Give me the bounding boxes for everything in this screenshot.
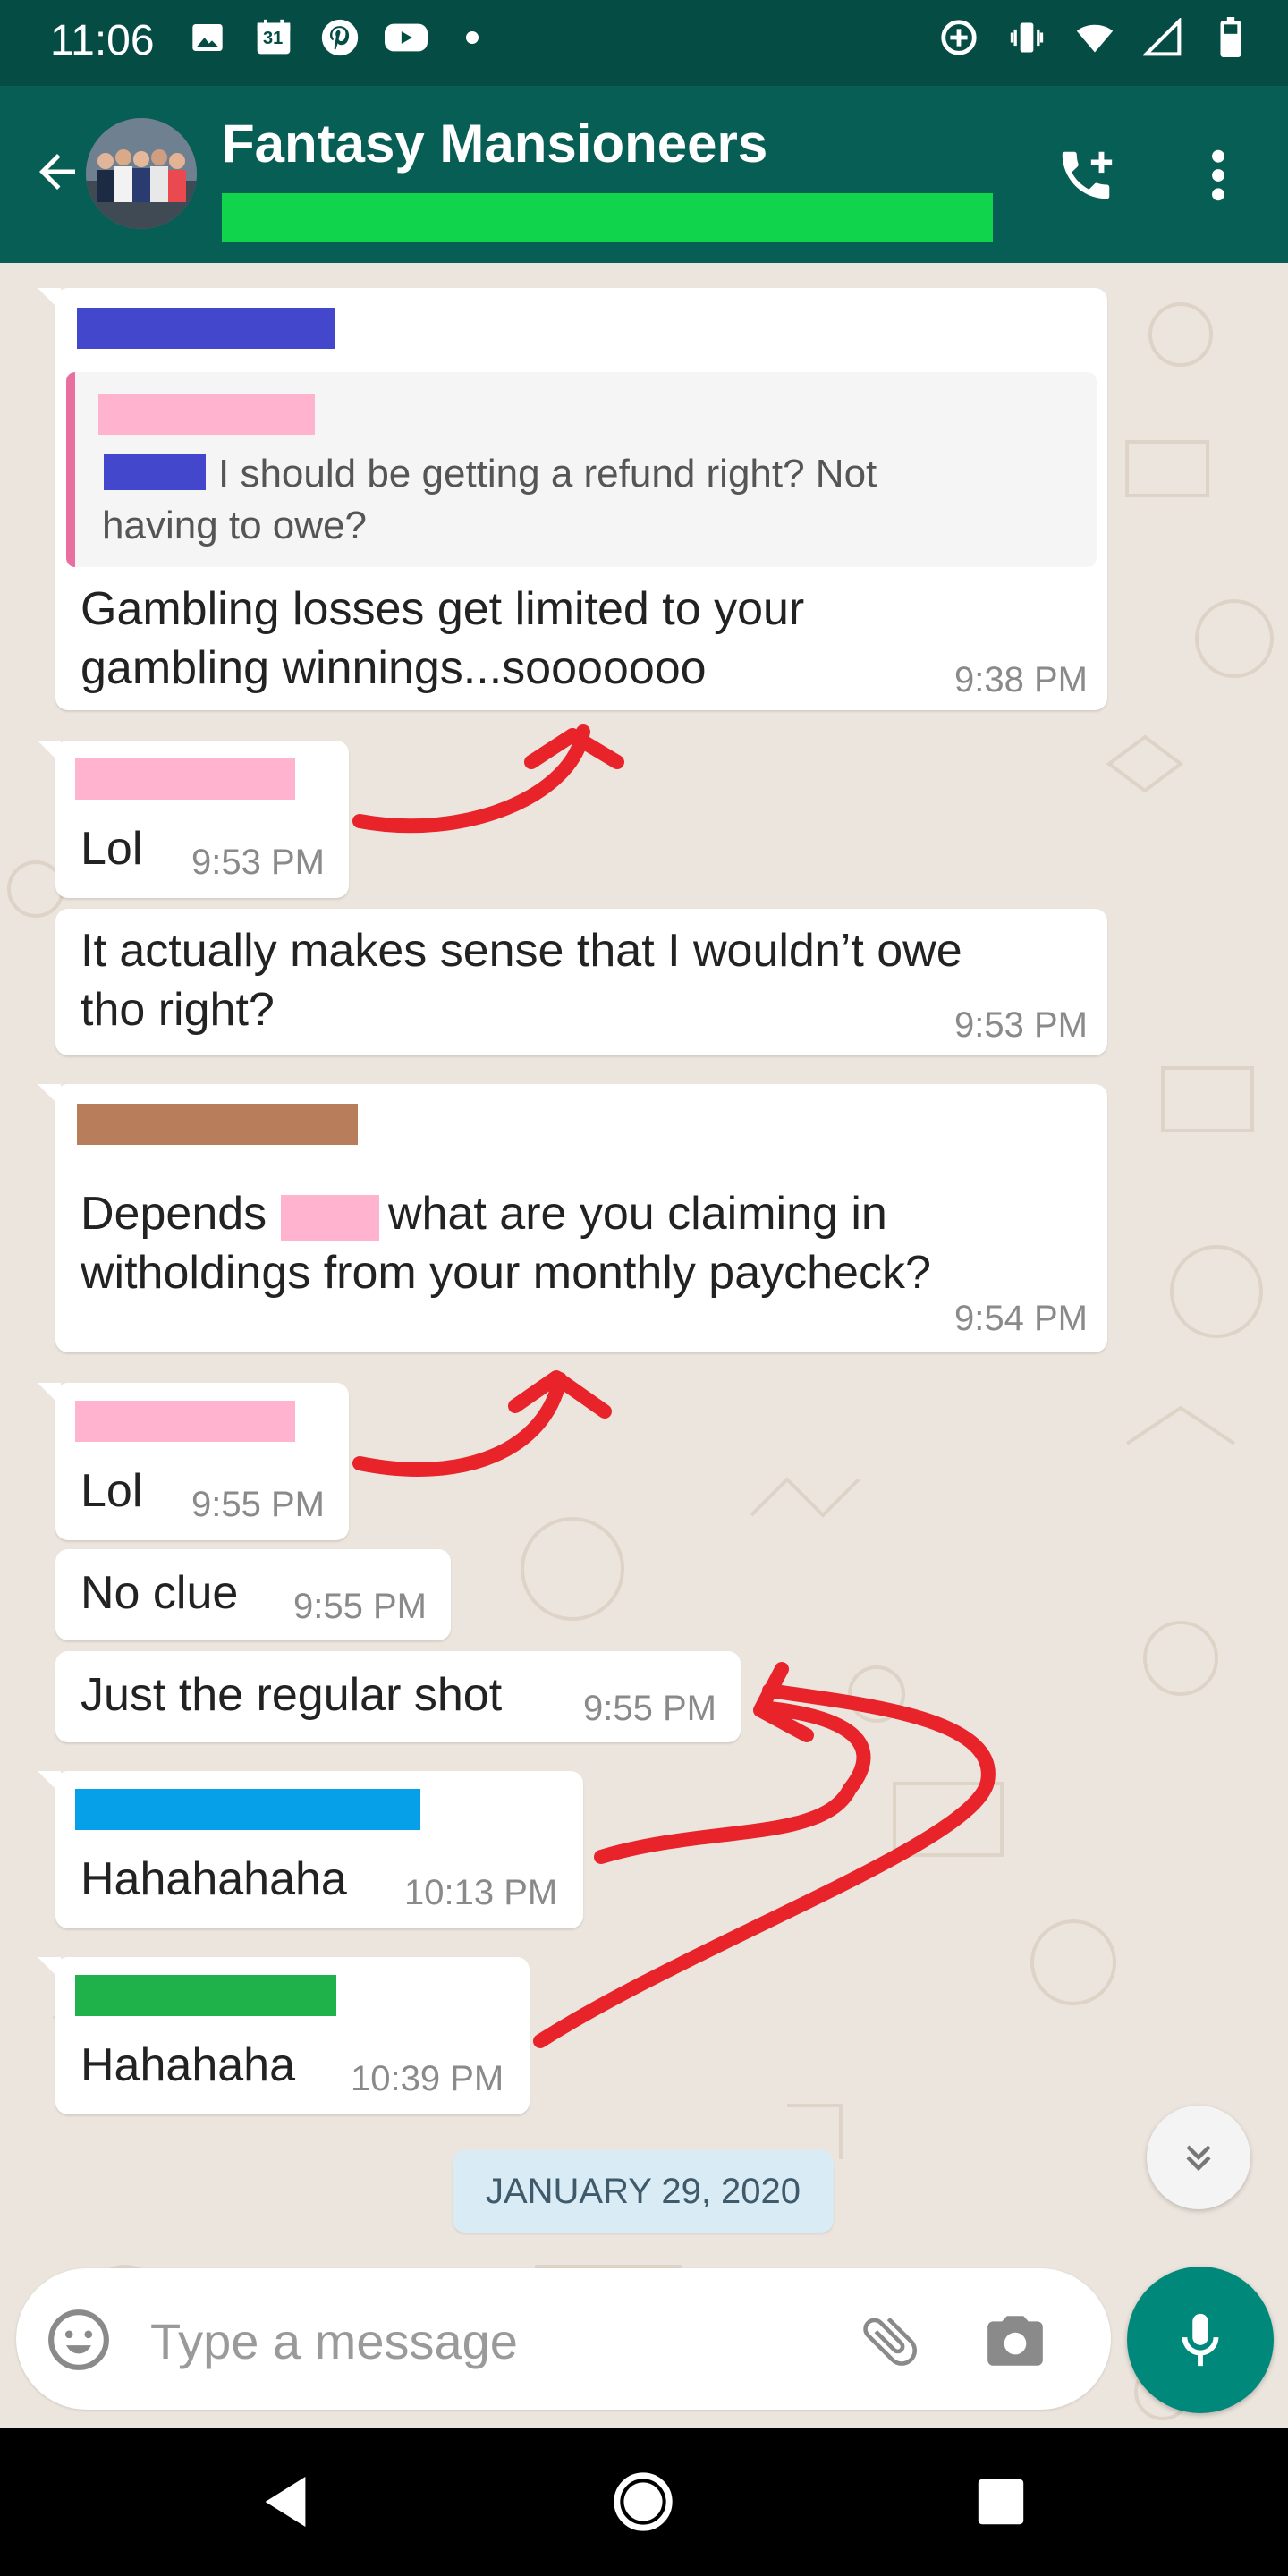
incoming-message[interactable]: Hahahaha 10:39 PM [38, 1957, 530, 2114]
data-saver-icon [937, 16, 980, 59]
incoming-message[interactable]: No clue 9:55 PM [55, 1549, 451, 1640]
redacted-sender-name [75, 1401, 295, 1442]
message-text-line1: It actually makes sense that I wouldn’t … [80, 925, 962, 977]
wifi-icon [1073, 16, 1116, 59]
status-bar: 11:06 31 [0, 0, 1288, 86]
bubble-tail [38, 1383, 61, 1406]
message-text: Hahahaha [80, 2039, 295, 2091]
redacted-sender-name [75, 1975, 336, 2016]
message-time: 9:38 PM [954, 660, 1088, 699]
redacted-quote-author [98, 394, 315, 435]
youtube-icon [385, 16, 428, 59]
message-text: No clue [80, 1567, 239, 1619]
add-call-icon[interactable] [1046, 136, 1125, 215]
more-options-icon[interactable] [1182, 136, 1254, 215]
quote-accent-bar [66, 372, 75, 567]
redacted-sender-name [75, 758, 295, 800]
message-time: 9:54 PM [954, 1299, 1088, 1338]
chat-title[interactable]: Fantasy Mansioneers [222, 113, 767, 174]
incoming-message[interactable]: Lol 9:53 PM [38, 741, 349, 898]
chat-area[interactable]: I should be getting a refund right? Not … [0, 263, 1288, 2428]
calendar-day: 31 [263, 29, 284, 48]
camera-icon[interactable] [975, 2301, 1055, 2381]
message-time: 9:55 PM [583, 1689, 716, 1728]
emoji-icon[interactable] [43, 2304, 114, 2376]
message-text-line2: tho right? [80, 984, 275, 1036]
dot-icon [451, 16, 494, 59]
message-text: Just the regular shot [80, 1669, 503, 1721]
message-input[interactable] [148, 2304, 832, 2377]
redacted-sender-name [75, 1789, 420, 1830]
message-time: 10:39 PM [351, 2059, 504, 2098]
message-text: Lol [80, 1465, 143, 1517]
incoming-message[interactable]: It actually makes sense that I wouldn’t … [55, 909, 1107, 1055]
vibrate-icon [1005, 16, 1048, 59]
bubble-tail [38, 288, 61, 311]
redacted-quote-mention [104, 454, 206, 490]
notification-icons: 31 [186, 16, 494, 59]
incoming-message[interactable]: Depends what are you claiming in withold… [38, 1084, 1107, 1352]
chat-header: Fantasy Mansioneers [0, 86, 1288, 263]
message-time: 9:53 PM [191, 843, 325, 882]
bubble-tail [38, 1084, 61, 1107]
date-divider: JANUARY 29, 2020 [453, 2150, 834, 2233]
scroll-to-bottom-button[interactable] [1147, 2106, 1250, 2209]
quoted-message[interactable]: I should be getting a refund right? Not … [66, 372, 1097, 567]
redacted-mention [281, 1195, 379, 1241]
bubble-tail [38, 1771, 61, 1794]
message-text-line1a: Depends [80, 1188, 267, 1240]
incoming-message[interactable]: Lol 9:55 PM [38, 1383, 349, 1540]
message-text: Hahahahaha [80, 1853, 347, 1905]
attach-icon[interactable] [850, 2301, 930, 2381]
message-composer [16, 2268, 1111, 2410]
incoming-message[interactable]: Hahahahaha 10:13 PM [38, 1771, 583, 1928]
group-avatar[interactable] [86, 118, 197, 229]
double-chevron-down-icon [1186, 2145, 1211, 2172]
bubble-tail [38, 741, 61, 764]
redacted-sender-name [77, 308, 335, 349]
message-time: 9:55 PM [293, 1587, 427, 1626]
redacted-sender-name [77, 1104, 358, 1145]
message-text: Lol [80, 823, 143, 875]
status-time: 11:06 [50, 17, 155, 64]
message-text-line1: Gambling losses get limited to your [80, 583, 805, 635]
back-arrow-icon[interactable] [18, 132, 97, 211]
quote-text-line1: I should be getting a refund right? Not [218, 452, 877, 496]
message-text-line1b: what are you claiming in [388, 1188, 887, 1240]
message-time: 9:55 PM [191, 1485, 325, 1524]
pinterest-icon [318, 16, 361, 59]
nav-recents-icon[interactable] [962, 2463, 1039, 2540]
incoming-message[interactable]: I should be getting a refund right? Not … [38, 288, 1107, 710]
bubble-tail [38, 1957, 61, 1980]
voice-message-button[interactable] [1127, 2267, 1274, 2413]
microphone-icon [1182, 2313, 1219, 2367]
nav-home-icon[interactable] [605, 2463, 682, 2540]
message-text-line2: witholdings from your monthly paycheck? [80, 1247, 931, 1299]
calendar-icon: 31 [252, 16, 295, 59]
message-time: 9:53 PM [954, 1005, 1088, 1045]
system-icons [937, 16, 1252, 59]
nav-back-icon[interactable] [247, 2463, 324, 2540]
message-text-line2: gambling winnings...sooooooo [80, 642, 707, 694]
quote-text-line2: having to owe? [102, 504, 367, 547]
image-icon [186, 16, 229, 59]
battery-icon [1209, 16, 1252, 59]
signal-icon [1141, 16, 1184, 59]
redacted-participants [222, 193, 993, 242]
message-time: 10:13 PM [404, 1873, 558, 1912]
incoming-message[interactable]: Just the regular shot 9:55 PM [55, 1651, 741, 1742]
system-navigation-bar [0, 2428, 1288, 2576]
